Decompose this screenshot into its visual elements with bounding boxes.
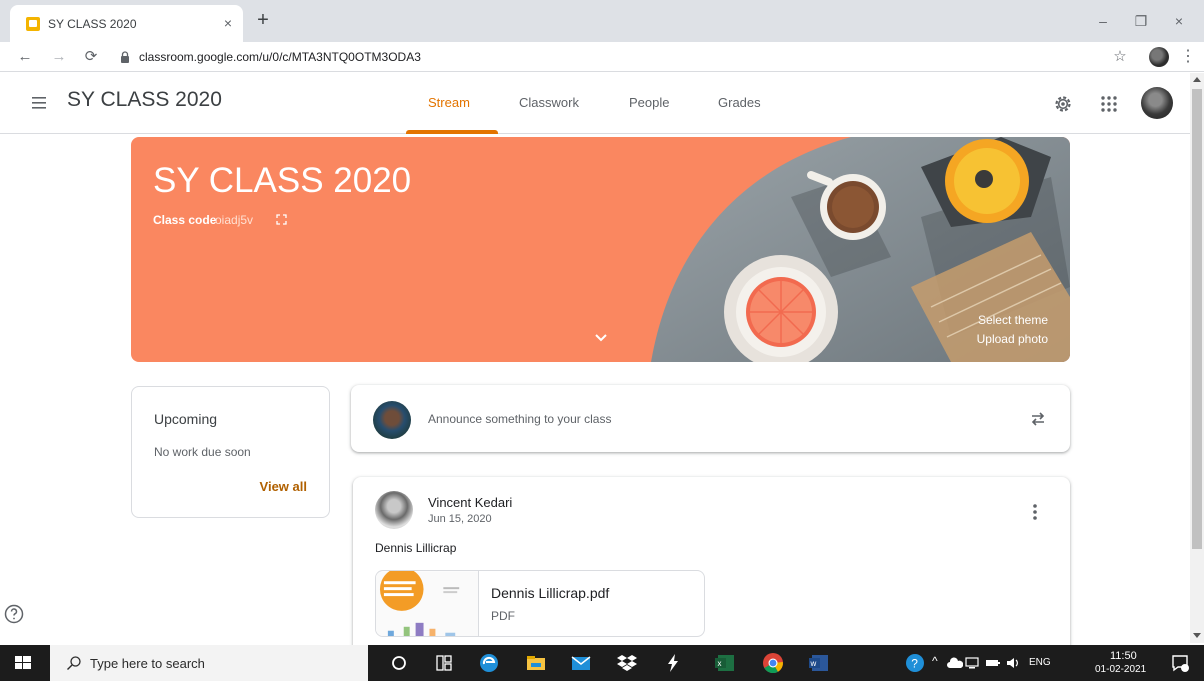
- scroll-up-arrow-icon[interactable]: [1193, 77, 1201, 82]
- classroom-favicon-icon: [26, 17, 40, 31]
- system-tray: ? ^ ENG: [905, 645, 1204, 681]
- browser-profile-avatar[interactable]: [1149, 47, 1169, 67]
- google-apps-grid-icon[interactable]: [1100, 95, 1118, 113]
- minimize-button[interactable]: –: [1090, 10, 1116, 32]
- excel-icon[interactable]: x: [713, 651, 737, 675]
- account-avatar[interactable]: [1141, 87, 1173, 119]
- cortana-icon[interactable]: [387, 651, 411, 675]
- windows-taskbar: Type here to search x w ? ^ ENG 11:50 01…: [0, 645, 1204, 681]
- upload-photo-link[interactable]: Upload photo: [977, 332, 1048, 346]
- help-question-icon[interactable]: [3, 603, 25, 625]
- tab-grades[interactable]: Grades: [718, 95, 761, 110]
- chevron-down-icon[interactable]: [594, 333, 608, 343]
- pdf-attachment[interactable]: Dennis Lillicrap.pdf PDF: [375, 570, 705, 637]
- network-icon[interactable]: [965, 656, 979, 670]
- author-avatar: [375, 491, 413, 529]
- display-class-code-icon[interactable]: [276, 214, 287, 225]
- reload-icon[interactable]: ⟳: [80, 46, 102, 68]
- notification-center-icon[interactable]: [1170, 653, 1190, 673]
- browser-menu-icon[interactable]: ⋮: [1180, 47, 1196, 67]
- address-bar[interactable]: classroom.google.com/u/0/c/MTA3NTQ0OTM3O…: [139, 50, 421, 64]
- stream-post: Vincent Kedari Jun 15, 2020 Dennis Lilli…: [353, 477, 1070, 647]
- class-title[interactable]: SY CLASS 2020: [67, 88, 222, 112]
- file-explorer-icon[interactable]: [524, 651, 548, 675]
- task-view-icon[interactable]: [432, 651, 456, 675]
- user-avatar: [373, 401, 411, 439]
- lock-icon[interactable]: [120, 51, 130, 63]
- attachment-type: PDF: [491, 609, 515, 623]
- view-all-link[interactable]: View all: [260, 479, 307, 494]
- attachment-filename[interactable]: Dennis Lillicrap.pdf: [491, 585, 609, 601]
- banner-class-title: SY CLASS 2020: [153, 161, 412, 200]
- clock-time[interactable]: 11:50: [1110, 650, 1137, 662]
- battery-icon[interactable]: [985, 657, 1001, 669]
- browser-tab-title: SY CLASS 2020: [48, 17, 137, 31]
- close-tab-icon[interactable]: ×: [219, 14, 237, 32]
- taskbar-search-box[interactable]: Type here to search: [50, 645, 368, 681]
- volume-icon[interactable]: [1005, 656, 1021, 670]
- upcoming-card: Upcoming No work due soon View all: [131, 386, 330, 518]
- hamburger-menu-icon[interactable]: [30, 93, 50, 113]
- reuse-post-icon[interactable]: [1028, 409, 1048, 429]
- bookmark-star-icon[interactable]: ☆: [1110, 47, 1130, 67]
- dropbox-icon[interactable]: [615, 651, 639, 675]
- mail-icon[interactable]: [569, 651, 593, 675]
- browser-tab-strip: SY CLASS 2020 × + – ❐ ×: [0, 0, 1204, 42]
- pdf-thumbnail-image: [376, 571, 479, 636]
- search-icon: [67, 656, 81, 670]
- class-banner: SY CLASS 2020 Class code oiadj5v Select …: [131, 137, 1070, 362]
- announce-box[interactable]: Announce something to your class: [351, 385, 1070, 452]
- scroll-down-arrow-icon[interactable]: [1193, 633, 1201, 638]
- help-tray-icon[interactable]: ?: [905, 653, 925, 673]
- post-text: Dennis Lillicrap: [375, 541, 457, 555]
- class-code-label: Class code: [153, 213, 217, 227]
- back-arrow-icon[interactable]: ←: [14, 46, 36, 68]
- upcoming-title: Upcoming: [154, 411, 218, 427]
- taskbar-search-placeholder: Type here to search: [90, 656, 205, 671]
- scrollbar-thumb[interactable]: [1192, 89, 1202, 549]
- svg-text:w: w: [810, 659, 817, 668]
- clock-date[interactable]: 01-02-2021: [1095, 664, 1146, 675]
- post-author: Vincent Kedari: [428, 495, 513, 510]
- tab-classwork[interactable]: Classwork: [519, 95, 579, 110]
- page-scrollbar[interactable]: [1190, 73, 1204, 643]
- lightning-app-icon[interactable]: [661, 651, 685, 675]
- restore-button[interactable]: ❐: [1128, 10, 1154, 32]
- tab-stream[interactable]: Stream: [428, 95, 470, 110]
- post-date: Jun 15, 2020: [428, 513, 492, 525]
- more-options-icon[interactable]: [1026, 501, 1044, 523]
- select-theme-link[interactable]: Select theme: [978, 313, 1048, 327]
- settings-gear-icon[interactable]: [1052, 93, 1074, 115]
- class-code-value: oiadj5v: [215, 213, 254, 227]
- word-icon[interactable]: w: [807, 651, 831, 675]
- forward-arrow-icon[interactable]: →: [48, 46, 70, 68]
- browser-tab[interactable]: SY CLASS 2020 ×: [10, 5, 243, 42]
- svg-text:?: ?: [911, 657, 918, 671]
- new-tab-button[interactable]: +: [252, 10, 274, 32]
- classroom-header: SY CLASS 2020 Stream Classwork People Gr…: [0, 73, 1190, 134]
- chrome-icon[interactable]: [761, 651, 785, 675]
- announce-placeholder[interactable]: Announce something to your class: [428, 412, 611, 426]
- edge-browser-icon[interactable]: [477, 651, 501, 675]
- onedrive-cloud-icon[interactable]: [947, 657, 963, 669]
- browser-toolbar: ← → ⟳ classroom.google.com/u/0/c/MTA3NTQ…: [0, 42, 1204, 72]
- chevron-up-icon[interactable]: ^: [932, 654, 938, 668]
- active-tab-indicator: [406, 130, 498, 134]
- svg-text:x: x: [718, 659, 722, 668]
- upcoming-empty-text: No work due soon: [154, 445, 251, 459]
- tab-people[interactable]: People: [629, 95, 669, 110]
- close-window-button[interactable]: ×: [1166, 10, 1192, 32]
- language-indicator[interactable]: ENG: [1029, 657, 1051, 668]
- windows-start-icon[interactable]: [0, 645, 46, 681]
